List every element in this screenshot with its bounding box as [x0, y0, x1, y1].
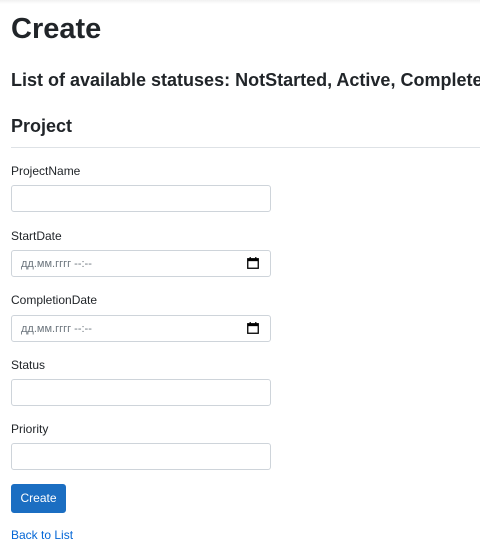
- status-label: Status: [11, 358, 46, 372]
- page-title: Create: [11, 13, 102, 45]
- project-name-input[interactable]: [11, 185, 271, 212]
- completion-date-placeholder: дд.мм.гггг --:--: [21, 323, 92, 335]
- calendar-icon[interactable]: [247, 257, 259, 269]
- priority-input[interactable]: [11, 443, 271, 470]
- section-title: Project: [11, 116, 73, 136]
- priority-label: Priority: [11, 422, 49, 436]
- calendar-icon[interactable]: [247, 322, 259, 334]
- back-to-list-link[interactable]: Back to List: [11, 527, 73, 543]
- completion-date-input[interactable]: дд.мм.гггг --:--: [11, 315, 271, 342]
- start-date-label: StartDate: [11, 229, 62, 243]
- section-divider: [11, 147, 480, 148]
- status-input[interactable]: [11, 379, 271, 406]
- create-button[interactable]: Create: [11, 484, 66, 513]
- completion-date-label: CompletionDate: [11, 293, 98, 307]
- start-date-input[interactable]: дд.мм.гггг --:--: [11, 250, 271, 277]
- start-date-placeholder: дд.мм.гггг --:--: [21, 258, 92, 270]
- top-bar-shadow: [0, 0, 480, 4]
- project-name-label: ProjectName: [11, 164, 81, 178]
- statuses-heading: List of available statuses: NotStarted, …: [11, 70, 480, 90]
